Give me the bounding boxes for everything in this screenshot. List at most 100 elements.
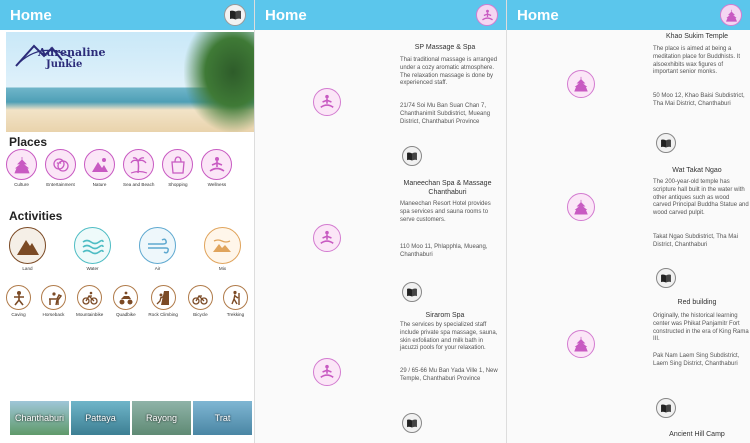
item-name: Maneechan Spa & Massage Chanthaburi <box>403 180 492 196</box>
list-item[interactable]: Ancient Hill Camp <box>507 428 750 443</box>
quadbike-icon <box>119 291 133 304</box>
details-button[interactable] <box>656 268 676 288</box>
book-icon <box>407 152 417 161</box>
place-sea-and-beach[interactable]: Sea and Beach <box>123 149 154 187</box>
list-item[interactable]: Sirarom Spa The services by specialized … <box>255 308 506 443</box>
culture-category-button[interactable] <box>720 4 742 26</box>
sport-horseback[interactable]: Horseback <box>41 285 66 317</box>
book-icon <box>407 419 417 428</box>
place-entertainment[interactable]: Entertainment <box>45 149 76 187</box>
item-description: Originally, the historical learning cent… <box>653 313 749 343</box>
sport-bicycle[interactable]: Bicycle <box>187 285 213 317</box>
top-bar: Home <box>0 0 254 30</box>
temple-icon <box>567 330 595 358</box>
meditation-icon <box>209 156 225 172</box>
book-icon <box>661 139 671 148</box>
list-item[interactable]: Red building Originally, the historical … <box>507 295 750 420</box>
top-bar: Home <box>507 0 750 30</box>
item-name: Khao Sukim Temple <box>665 33 729 40</box>
app-screens: Home Adrenaline Junkie Places Culture En… <box>0 0 750 443</box>
city-tile-trat[interactable]: Trat <box>193 401 252 435</box>
places-row: Culture Entertainment Nature Sea and Bea… <box>6 149 233 187</box>
activity-air[interactable]: Air <box>139 227 176 271</box>
logo-text-adrenaline: Adrenaline <box>38 46 106 59</box>
places-heading: Places <box>9 135 48 149</box>
bicycle-icon <box>82 291 98 305</box>
sport-trekking[interactable]: Trekking <box>222 285 248 317</box>
activity-land[interactable]: Land <box>9 227 46 271</box>
details-button[interactable] <box>402 413 422 433</box>
bicycle-icon <box>192 294 209 305</box>
page-title: Home <box>517 6 559 24</box>
place-culture[interactable]: Culture <box>6 149 37 187</box>
book-icon <box>229 10 241 20</box>
meditation-icon <box>313 88 341 116</box>
activity-water[interactable]: Water <box>74 227 111 271</box>
city-tile-chanthaburi[interactable]: Chanthaburi <box>10 401 69 435</box>
sport-caving[interactable]: Caving <box>6 285 31 317</box>
hero-banner: Adrenaline Junkie <box>6 32 254 132</box>
list-item[interactable]: Maneechan Spa & Massage Chanthaburi Mane… <box>255 176 506 306</box>
item-description: Thai traditional massage is arranged und… <box>400 57 498 87</box>
list-item[interactable]: Wat Takat Ngao The 200-year-old temple h… <box>507 163 750 291</box>
mountain-icon <box>16 239 39 255</box>
logo-text-junkie: Junkie <box>46 59 83 70</box>
item-address: Pak Nam Laem Sing Subdistrict, Laem Sing… <box>653 353 740 367</box>
sport-quadbike[interactable]: Quadbike <box>113 285 139 317</box>
page-title: Home <box>10 6 52 24</box>
activity-mix[interactable]: Mix <box>204 227 241 271</box>
temple-icon <box>567 70 595 98</box>
palm-tree-icon <box>130 156 147 174</box>
wellness-list-screen: Home SP Massage & Spa Thai traditional m… <box>255 0 506 443</box>
meditation-icon <box>313 358 341 386</box>
top-bar: Home <box>255 0 506 30</box>
sports-row: Caving Horseback Mountainbike Quadbike R… <box>6 285 248 317</box>
culture-list-screen: Home Khao Sukim Temple The place is aime… <box>506 0 750 443</box>
item-description: The services by specialized staff includ… <box>400 322 498 352</box>
meditation-icon <box>481 9 493 20</box>
item-address: 29 / 65-66 Mu Ban Yada Ville 1, New Temp… <box>400 368 498 382</box>
caving-icon <box>13 290 24 305</box>
list-item[interactable]: Khao Sukim Temple The place is aimed at … <box>507 30 750 160</box>
details-button[interactable] <box>402 282 422 302</box>
hiker-icon <box>231 290 241 305</box>
item-description: The place is aimed at being a meditation… <box>653 46 741 76</box>
city-strip: Chanthaburi Pattaya Rayong Trat <box>10 401 252 435</box>
climbing-icon <box>156 290 170 305</box>
sport-rock-climbing[interactable]: Rock Climbing <box>148 285 178 317</box>
item-name: Red building <box>677 299 717 306</box>
list-item[interactable]: SP Massage & Spa Thai traditional massag… <box>255 36 506 176</box>
details-button[interactable] <box>656 398 676 418</box>
activities-heading: Activities <box>9 209 63 223</box>
page-title: Home <box>265 6 307 24</box>
item-name: Wat Takat Ngao <box>672 167 722 174</box>
sport-mountainbike[interactable]: Mountainbike <box>76 285 103 317</box>
details-button[interactable] <box>656 133 676 153</box>
item-address: 110 Moo 11, Phlapphla, Mueang, Chanthabu… <box>400 244 488 258</box>
item-name: SP Massage & Spa <box>414 44 476 51</box>
mountains-icon <box>91 157 108 172</box>
shopping-bag-icon <box>171 155 185 174</box>
item-address: Takat Ngao Subdistrict, Tha Mai District… <box>653 234 738 248</box>
city-tile-rayong[interactable]: Rayong <box>132 401 191 435</box>
book-icon <box>661 274 671 283</box>
book-button[interactable] <box>224 4 246 26</box>
trees-image <box>184 32 254 132</box>
waves-icon <box>82 239 104 254</box>
activities-row: Land Water Air Mix <box>9 227 241 271</box>
item-name: Ancient Hill Camp <box>669 431 725 438</box>
masks-icon <box>52 157 69 172</box>
item-address: 21/74 Soi Mu Ban Suan Chan 7, Chanthanim… <box>400 103 491 125</box>
temple-icon <box>13 156 30 173</box>
book-icon <box>661 404 671 413</box>
details-button[interactable] <box>402 146 422 166</box>
item-description: Maneechan Resort Hotel provides spa serv… <box>400 201 491 223</box>
temple-icon <box>725 9 737 22</box>
city-tile-pattaya[interactable]: Pattaya <box>71 401 130 435</box>
wind-icon <box>147 237 169 254</box>
place-shopping[interactable]: Shopping <box>162 149 194 187</box>
place-nature[interactable]: Nature <box>84 149 115 187</box>
meditation-icon <box>313 224 341 252</box>
place-wellness[interactable]: Wellness <box>201 149 233 187</box>
wellness-category-button[interactable] <box>476 4 498 26</box>
